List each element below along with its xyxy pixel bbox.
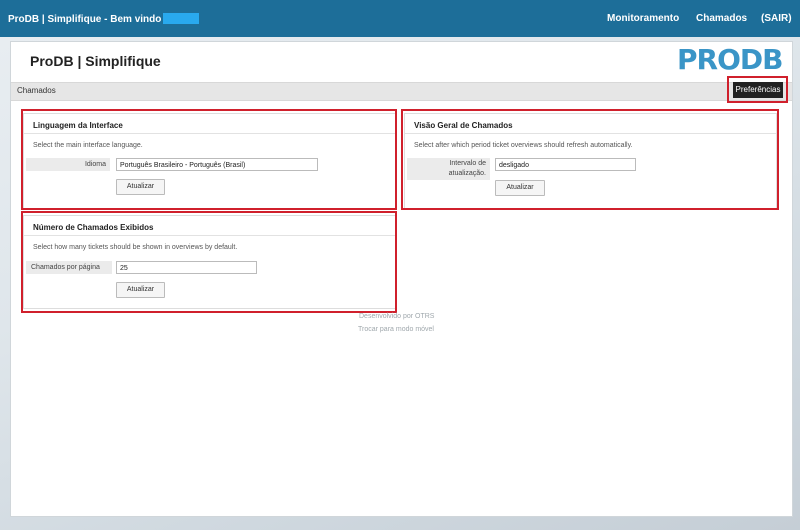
count-box-highlight xyxy=(21,211,397,313)
language-box-highlight xyxy=(21,109,397,210)
prodb-logo: PRODB xyxy=(677,43,783,76)
subnav-tickets-link[interactable]: Chamados xyxy=(17,86,56,95)
username-redaction xyxy=(163,13,200,24)
preferences-button[interactable]: Preferências xyxy=(733,82,783,98)
top-navigation-bar: ProDB | Simplifique - Bem vindo Monitora… xyxy=(0,0,800,37)
page-title: ProDB | Simplifique xyxy=(30,53,161,69)
main-panel: ProDB | Simplifique PRODB Chamados Prefe… xyxy=(10,41,793,517)
sub-navigation: Chamados xyxy=(11,82,792,101)
nav-monitoring-link[interactable]: Monitoramento xyxy=(607,13,679,24)
mobile-mode-link[interactable]: Trocar para modo móvel xyxy=(358,326,434,333)
powered-by-text: Desenvolvido por OTRS xyxy=(359,313,435,320)
app-title: ProDB | Simplifique - Bem vindo xyxy=(8,13,200,25)
overview-box-highlight xyxy=(401,109,779,210)
page-header: ProDB | Simplifique PRODB xyxy=(11,42,792,82)
app-title-text: ProDB | Simplifique - Bem vindo xyxy=(8,14,162,25)
logout-link[interactable]: (SAIR) xyxy=(761,13,792,24)
nav-tickets-link[interactable]: Chamados xyxy=(696,13,747,24)
